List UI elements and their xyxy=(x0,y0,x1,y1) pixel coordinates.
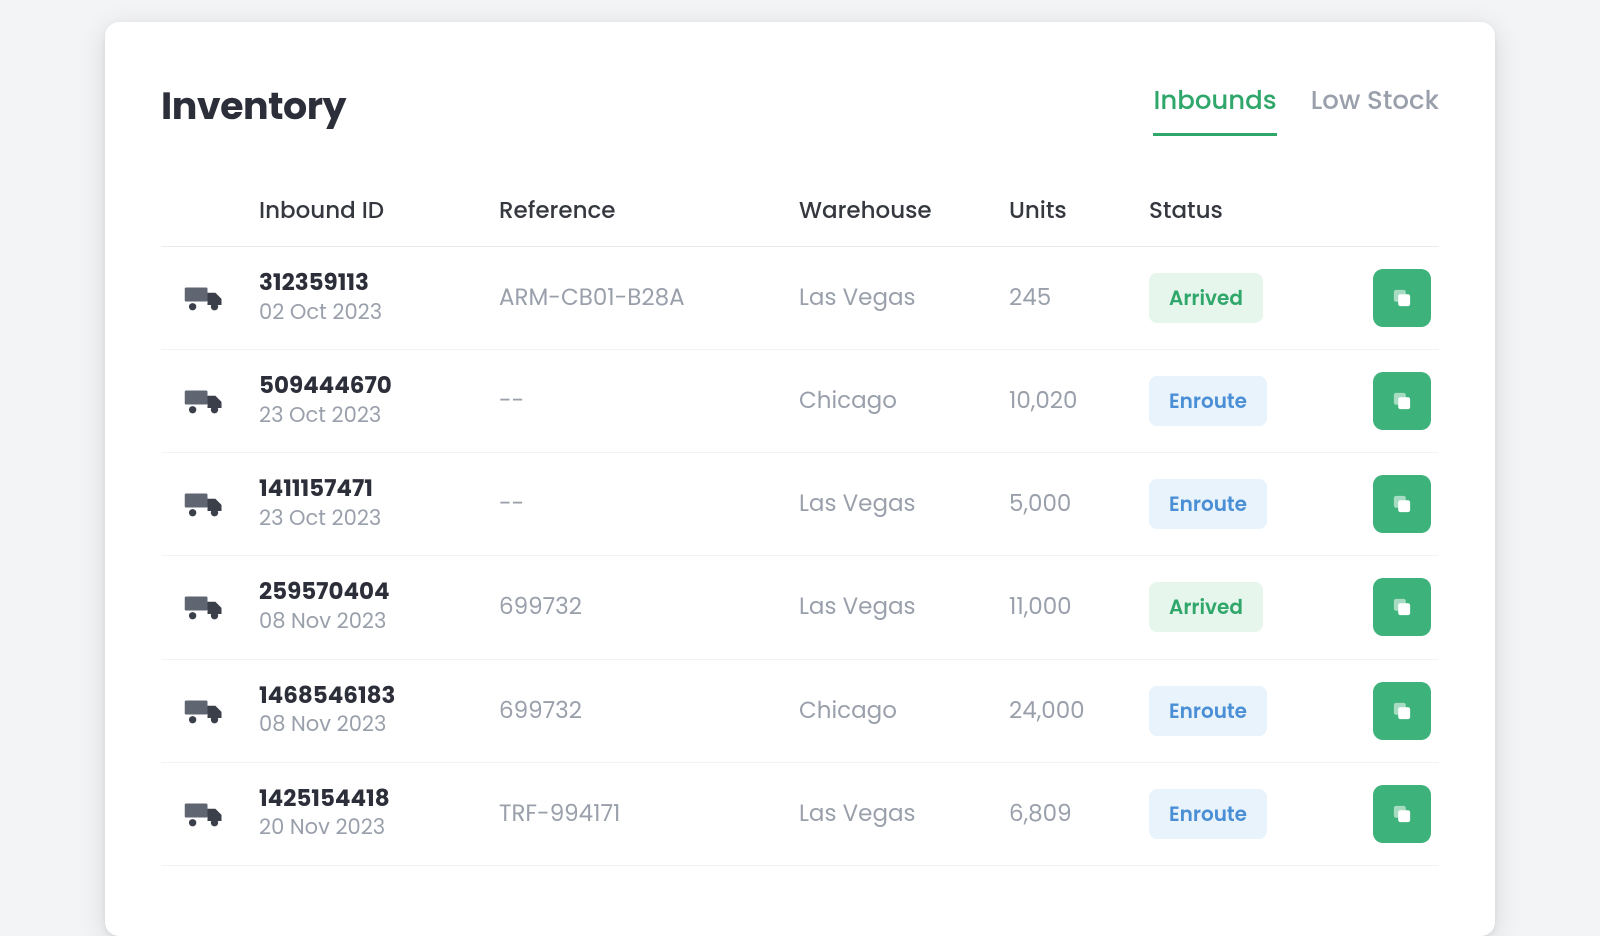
truck-icon xyxy=(169,489,243,519)
table-row: 312359113 02 Oct 2023 ARM-CB01-B28A Las … xyxy=(161,247,1439,350)
reference-cell: -- xyxy=(491,453,791,556)
warehouse-cell: Las Vegas xyxy=(791,556,1001,659)
copy-button[interactable] xyxy=(1373,682,1431,740)
reference-cell: -- xyxy=(491,350,791,453)
copy-icon xyxy=(1389,594,1415,620)
page-title: Inventory xyxy=(161,78,346,135)
table-row: 1468546183 08 Nov 2023 699732 Chicago 24… xyxy=(161,659,1439,762)
copy-button[interactable] xyxy=(1373,372,1431,430)
reference-cell: TRF-994171 xyxy=(491,762,791,865)
col-header-warehouse: Warehouse xyxy=(791,184,1001,247)
inbound-date: 20 Nov 2023 xyxy=(259,813,483,842)
copy-icon xyxy=(1389,388,1415,414)
reference-cell: 699732 xyxy=(491,659,791,762)
status-badge: Enroute xyxy=(1149,376,1267,426)
inventory-card: Inventory Inbounds Low Stock Inbound ID … xyxy=(105,22,1495,936)
inbound-id: 1468546183 xyxy=(259,682,483,711)
copy-icon xyxy=(1389,801,1415,827)
tab-inbounds[interactable]: Inbounds xyxy=(1153,82,1276,136)
warehouse-cell: Las Vegas xyxy=(791,247,1001,350)
truck-icon xyxy=(169,386,243,416)
col-header-id: Inbound ID xyxy=(251,184,491,247)
tab-low-stock[interactable]: Low Stock xyxy=(1311,82,1439,136)
truck-icon xyxy=(169,696,243,726)
inbound-date: 23 Oct 2023 xyxy=(259,401,483,430)
units-cell: 24,000 xyxy=(1001,659,1141,762)
units-cell: 10,020 xyxy=(1001,350,1141,453)
copy-button[interactable] xyxy=(1373,578,1431,636)
truck-icon xyxy=(169,592,243,622)
truck-icon xyxy=(169,283,243,313)
warehouse-cell: Las Vegas xyxy=(791,762,1001,865)
reference-cell: 699732 xyxy=(491,556,791,659)
status-badge: Enroute xyxy=(1149,789,1267,839)
copy-button[interactable] xyxy=(1373,475,1431,533)
col-header-units: Units xyxy=(1001,184,1141,247)
inbound-id: 1425154418 xyxy=(259,785,483,814)
table-row: 509444670 23 Oct 2023 -- Chicago 10,020 … xyxy=(161,350,1439,453)
copy-icon xyxy=(1389,698,1415,724)
table-header-row: Inbound ID Reference Warehouse Units Sta… xyxy=(161,184,1439,247)
status-badge: Enroute xyxy=(1149,479,1267,529)
warehouse-cell: Chicago xyxy=(791,350,1001,453)
copy-icon xyxy=(1389,285,1415,311)
status-badge: Arrived xyxy=(1149,582,1263,632)
status-badge: Enroute xyxy=(1149,686,1267,736)
warehouse-cell: Las Vegas xyxy=(791,453,1001,556)
units-cell: 245 xyxy=(1001,247,1141,350)
copy-button[interactable] xyxy=(1373,785,1431,843)
col-header-reference: Reference xyxy=(491,184,791,247)
copy-icon xyxy=(1389,491,1415,517)
units-cell: 11,000 xyxy=(1001,556,1141,659)
units-cell: 6,809 xyxy=(1001,762,1141,865)
tabs: Inbounds Low Stock xyxy=(1153,78,1439,136)
table-row: 259570404 08 Nov 2023 699732 Las Vegas 1… xyxy=(161,556,1439,659)
inbound-id: 509444670 xyxy=(259,372,483,401)
header: Inventory Inbounds Low Stock xyxy=(161,78,1439,136)
inbounds-table: Inbound ID Reference Warehouse Units Sta… xyxy=(161,184,1439,866)
inbound-date: 08 Nov 2023 xyxy=(259,710,483,739)
units-cell: 5,000 xyxy=(1001,453,1141,556)
table-row: 1411157471 23 Oct 2023 -- Las Vegas 5,00… xyxy=(161,453,1439,556)
col-header-status: Status xyxy=(1141,184,1321,247)
inbound-date: 02 Oct 2023 xyxy=(259,298,483,327)
table-row: 1425154418 20 Nov 2023 TRF-994171 Las Ve… xyxy=(161,762,1439,865)
truck-icon xyxy=(169,799,243,829)
inbound-id: 312359113 xyxy=(259,269,483,298)
warehouse-cell: Chicago xyxy=(791,659,1001,762)
status-badge: Arrived xyxy=(1149,273,1263,323)
inbound-date: 23 Oct 2023 xyxy=(259,504,483,533)
reference-cell: ARM-CB01-B28A xyxy=(491,247,791,350)
copy-button[interactable] xyxy=(1373,269,1431,327)
inbound-date: 08 Nov 2023 xyxy=(259,607,483,636)
inbound-id: 259570404 xyxy=(259,578,483,607)
inbound-id: 1411157471 xyxy=(259,475,483,504)
